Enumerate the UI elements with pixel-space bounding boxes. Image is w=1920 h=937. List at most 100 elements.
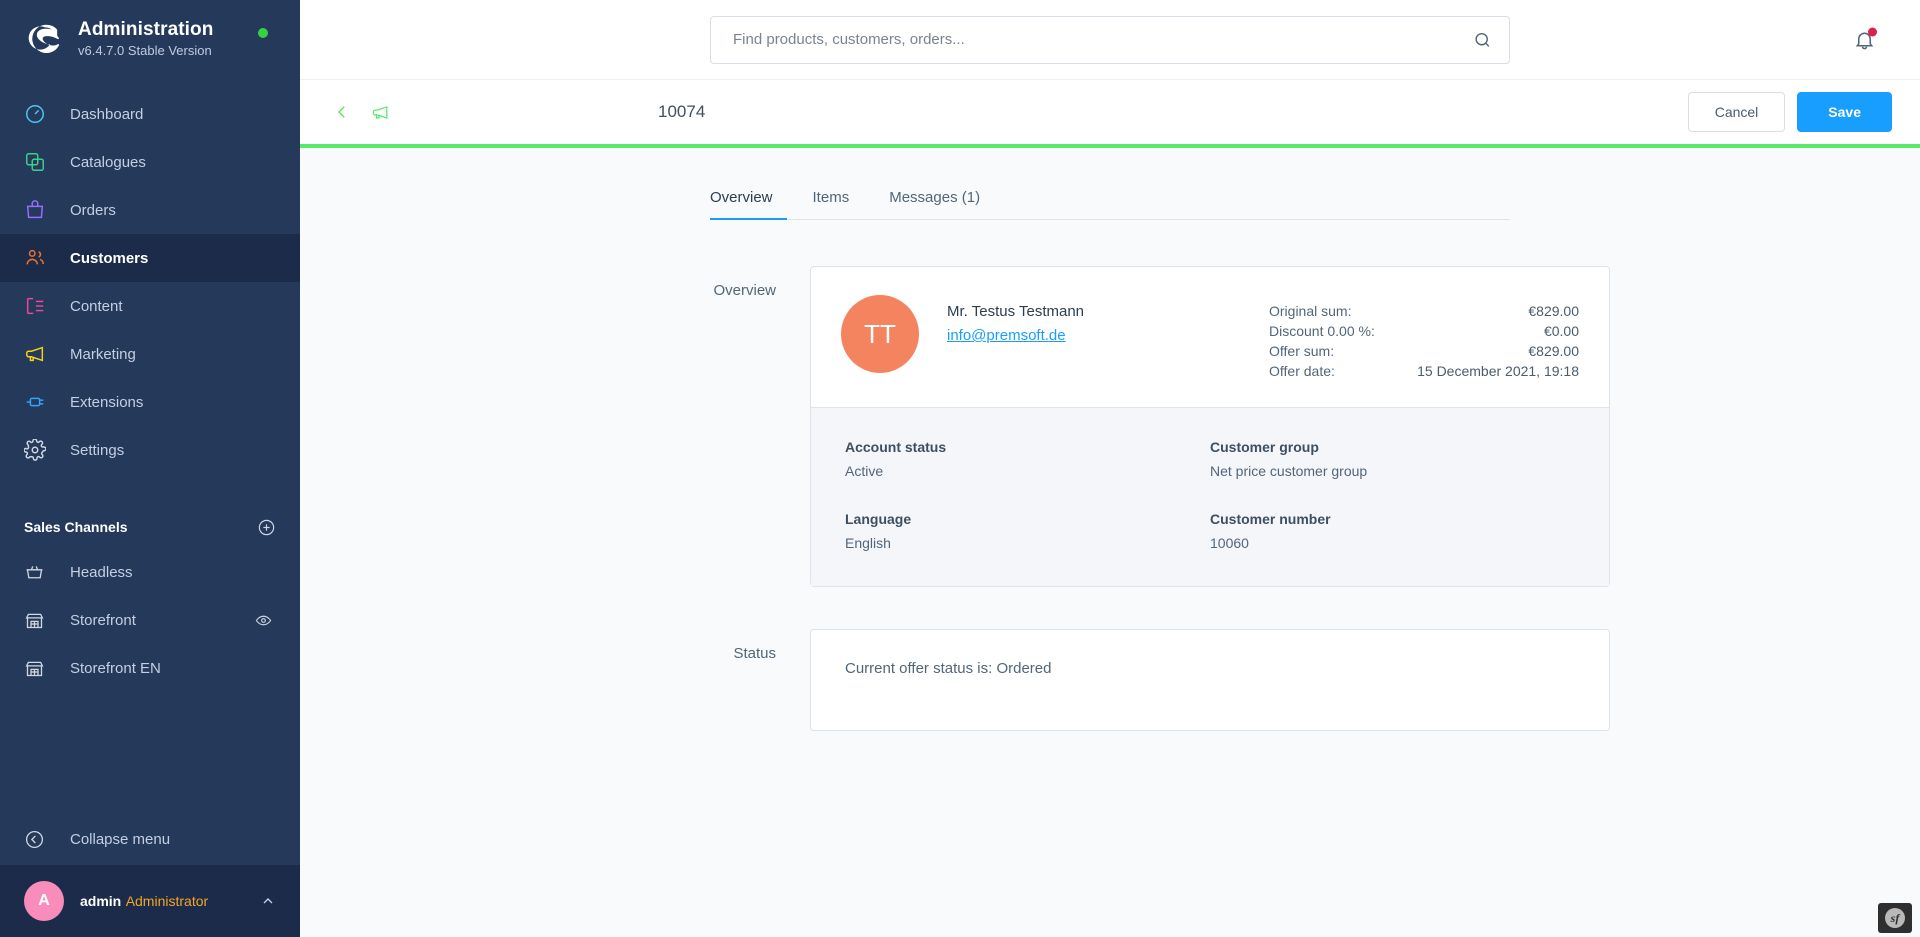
brand-header[interactable]: Administration v6.4.7.0 Stable Version	[0, 0, 300, 70]
save-button[interactable]: Save	[1797, 92, 1892, 132]
symfony-icon: sf	[1885, 908, 1905, 928]
user-menu[interactable]: A admin Administrator	[0, 865, 300, 937]
detail-account-status: Account status Active	[845, 436, 1210, 484]
collapse-menu-button[interactable]: Collapse menu	[0, 813, 300, 865]
status-card: Current offer status is: Ordered	[810, 629, 1610, 731]
bell-icon[interactable]	[1853, 27, 1877, 51]
sidebar-item-customers[interactable]: Customers	[0, 234, 300, 282]
storefront-preview-eye-icon[interactable]	[255, 612, 272, 629]
sidebar-item-label: Marketing	[70, 345, 136, 363]
sales-channels-heading: Sales Channels	[24, 519, 128, 535]
main-navigation: Dashboard Catalogues Orders Customers Co…	[0, 90, 300, 474]
collapse-menu-label: Collapse menu	[70, 830, 171, 848]
collapse-arrow-icon	[24, 829, 64, 850]
sum-value: €829.00	[1528, 303, 1579, 319]
detail-key: Customer group	[1210, 439, 1319, 455]
top-bar	[300, 0, 1920, 80]
detail-value: English	[845, 535, 891, 551]
status-section: Status Current offer status is: Ordered	[610, 629, 1610, 731]
sidebar-item-label: Content	[70, 297, 123, 315]
tab-messages[interactable]: Messages (1)	[875, 189, 994, 220]
tab-bar: Overview Items Messages (1)	[710, 176, 1510, 220]
sidebar-item-marketing[interactable]: Marketing	[0, 330, 300, 378]
customer-avatar: TT	[841, 295, 919, 373]
status-section-label: Status	[733, 645, 776, 662]
headless-basket-icon	[24, 562, 64, 583]
notification-badge	[1868, 27, 1877, 36]
status-card-body: Current offer status is: Ordered	[811, 630, 1609, 730]
sidebar-item-label: Storefront EN	[70, 659, 161, 677]
sidebar-item-settings[interactable]: Settings	[0, 426, 300, 474]
sidebar: Administration v6.4.7.0 Stable Version D…	[0, 0, 300, 937]
page-title: 10074	[658, 102, 706, 121]
plus-circle-icon[interactable]	[257, 518, 276, 537]
search-input[interactable]	[710, 15, 1510, 64]
smart-bar-left	[328, 98, 658, 126]
sum-row: Discount 0.00 %: €0.00	[1269, 321, 1579, 341]
avatar: A	[24, 881, 64, 921]
sales-channel-list: Headless Storefront Storefront EN	[0, 548, 300, 692]
global-search	[710, 15, 1510, 64]
sidebar-item-content[interactable]: Content	[0, 282, 300, 330]
overview-card: TT Mr. Testus Testmann info@premsoft.de …	[810, 266, 1610, 587]
overview-section: Overview TT Mr. Testus Testmann info@pre…	[610, 266, 1610, 587]
dashboard-gauge-icon	[24, 103, 64, 125]
sidebar-item-label: Storefront	[70, 611, 136, 629]
sum-row: Offer sum: €829.00	[1269, 341, 1579, 361]
detail-key: Customer number	[1210, 511, 1331, 527]
offer-sums: Original sum: €829.00 Discount 0.00 %: €…	[1269, 295, 1579, 381]
settings-gear-icon	[24, 439, 64, 461]
sum-value: €0.00	[1543, 323, 1579, 339]
sum-value: 15 December 2021, 19:18	[1417, 363, 1579, 379]
customer-name: Mr. Testus Testmann	[947, 303, 1085, 320]
status-text: Current offer status is: Ordered	[845, 660, 1052, 677]
detail-customer-group: Customer group Net price customer group	[1210, 436, 1575, 484]
sidebar-item-dashboard[interactable]: Dashboard	[0, 90, 300, 138]
content-layout-icon	[24, 295, 64, 317]
user-meta: admin Administrator	[80, 892, 260, 911]
app-root: Administration v6.4.7.0 Stable Version D…	[0, 0, 1920, 937]
content-area: Overview Items Messages (1) Overview TT …	[300, 148, 1920, 937]
chevron-up-icon[interactable]	[260, 893, 276, 909]
brand-title: Administration	[78, 18, 214, 40]
extensions-plug-icon	[24, 391, 64, 413]
sidebar-item-storefront-en[interactable]: Storefront EN	[0, 644, 300, 692]
sidebar-item-storefront[interactable]: Storefront	[0, 596, 300, 644]
customer-email-link[interactable]: info@premsoft.de	[947, 325, 1066, 347]
main-area: 10074 Cancel Save Overview Items Message…	[300, 0, 1920, 937]
storefront-shop-icon	[24, 610, 64, 631]
search-icon[interactable]	[1473, 30, 1492, 49]
sum-label: Original sum:	[1269, 303, 1352, 319]
detail-value: 10060	[1210, 535, 1249, 551]
shopware-logo-icon	[24, 18, 66, 60]
sum-label: Discount 0.00 %:	[1269, 323, 1375, 339]
megaphone-icon[interactable]	[366, 98, 394, 126]
chevron-left-icon[interactable]	[328, 98, 356, 126]
sum-row: Original sum: €829.00	[1269, 301, 1579, 321]
symfony-debug-toolbar[interactable]: sf	[1878, 903, 1912, 933]
cancel-button[interactable]: Cancel	[1687, 92, 1786, 132]
overview-card-top: TT Mr. Testus Testmann info@premsoft.de …	[811, 267, 1609, 407]
sidebar-item-extensions[interactable]: Extensions	[0, 378, 300, 426]
tab-items[interactable]: Items	[799, 189, 864, 220]
detail-key: Account status	[845, 439, 947, 455]
detail-key: Language	[845, 511, 912, 527]
sidebar-item-label: Settings	[70, 441, 125, 459]
sidebar-item-label: Headless	[70, 563, 133, 581]
sidebar-item-label: Catalogues	[70, 153, 146, 171]
overview-section-label: Overview	[713, 282, 776, 299]
sidebar-item-label: Extensions	[70, 393, 144, 411]
sidebar-item-catalogues[interactable]: Catalogues	[0, 138, 300, 186]
sidebar-item-orders[interactable]: Orders	[0, 186, 300, 234]
sidebar-item-label: Customers	[70, 249, 149, 267]
tab-overview[interactable]: Overview	[710, 189, 787, 220]
sum-label: Offer date:	[1269, 363, 1335, 379]
sidebar-item-headless[interactable]: Headless	[0, 548, 300, 596]
detail-value: Active	[845, 463, 884, 479]
orders-bag-icon	[24, 199, 64, 221]
detail-value: Net price customer group	[1210, 463, 1368, 479]
sum-row: Offer date: 15 December 2021, 19:18	[1269, 361, 1579, 381]
customers-people-icon	[24, 247, 64, 269]
sidebar-item-label: Dashboard	[70, 105, 144, 123]
